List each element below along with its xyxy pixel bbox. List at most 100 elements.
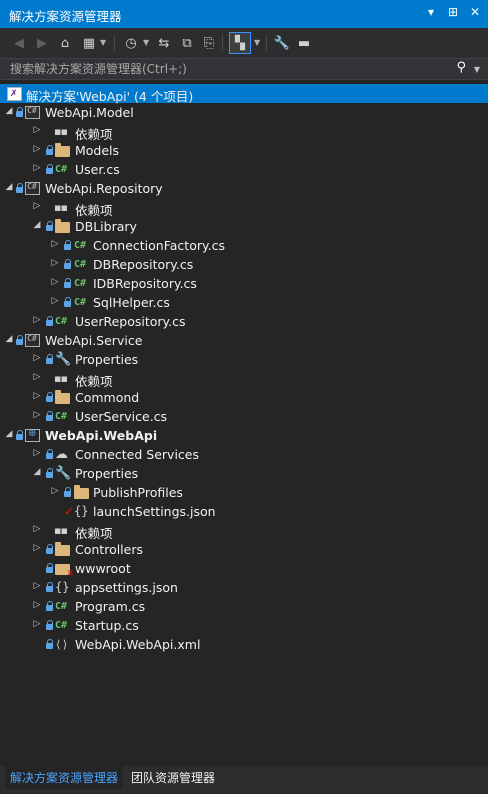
search-input[interactable] [6, 60, 454, 78]
minus-icon[interactable]: ▬ [295, 32, 313, 54]
dropdown-icon[interactable]: ▾ [424, 5, 438, 19]
tree-node-label: Models [75, 143, 120, 158]
lock-icon [16, 106, 23, 118]
expanded-arrow-icon[interactable]: ◢ [4, 334, 14, 344]
tree-node[interactable]: ⟨⟩ WebApi.WebApi.xml [0, 635, 488, 654]
collapsed-arrow-icon[interactable]: ▷ [32, 391, 42, 401]
tree-node[interactable]: ◢ DBLibrary [0, 217, 488, 236]
tree-node[interactable]: wwwroot [0, 559, 488, 579]
tree-node[interactable]: ▷ ▪▪ 依赖项 [0, 122, 488, 142]
tree-node[interactable]: ▷ C# IDBRepository.cs [0, 274, 488, 293]
lock-icon [46, 315, 53, 327]
tree-node[interactable]: ▷ C# ConnectionFactory.cs [0, 236, 488, 255]
tab-team-explorer[interactable]: 团队资源管理器 [126, 766, 220, 789]
properties-wrench-icon[interactable]: 🔧 [273, 32, 291, 54]
tree-node[interactable]: ▷ PublishProfiles [0, 483, 488, 502]
collapse-all-icon[interactable]: ⧉ [178, 32, 196, 54]
tree-node-label: UserRepository.cs [75, 314, 186, 329]
collapsed-arrow-icon[interactable]: ▷ [32, 448, 42, 458]
tree-node[interactable]: ▷ C# SqlHelper.cs [0, 293, 488, 312]
tree-node-label: WebApi.Repository [45, 181, 163, 196]
tree-node[interactable]: ▷ C# UserRepository.cs [0, 312, 488, 331]
folder-icon [55, 219, 70, 233]
switch-views-icon[interactable]: ▦ [80, 32, 98, 54]
forward-icon[interactable]: ▶ [33, 32, 51, 54]
collapsed-arrow-icon[interactable]: ▷ [32, 372, 42, 382]
tree-node[interactable]: ▷ Models [0, 141, 488, 160]
back-icon[interactable]: ◀ [10, 32, 28, 54]
csharp-file-icon: C# [55, 620, 68, 631]
sync-icon[interactable]: ⇆ [155, 32, 173, 54]
collapsed-arrow-icon[interactable]: ▷ [32, 581, 42, 591]
tree-node[interactable]: ▷ ▪▪ 依赖项 [0, 369, 488, 389]
collapsed-arrow-icon[interactable]: ▷ [32, 543, 42, 553]
collapsed-arrow-icon[interactable]: ▷ [32, 163, 42, 173]
search-options-dropdown-icon[interactable]: ▼ [474, 65, 480, 74]
tree-node[interactable]: ▷ {} appsettings.json [0, 578, 488, 597]
tree-node-solution[interactable]: ✗ 解决方案'WebApi' (4 个项目) [0, 84, 488, 104]
tree-node[interactable]: ▷ 🔧 Properties [0, 350, 488, 369]
tree-node[interactable]: ▷ Controllers [0, 540, 488, 559]
lock-icon [64, 258, 71, 270]
tree-node-project[interactable]: ◢ C# WebApi.Model [0, 103, 488, 122]
tree-node[interactable]: ▷ Commond [0, 388, 488, 407]
wwwroot-folder-icon [55, 564, 74, 579]
collapsed-arrow-icon[interactable]: ▷ [50, 277, 60, 287]
tree-node[interactable]: ▷ C# Startup.cs [0, 616, 488, 635]
lock-icon [46, 353, 53, 365]
expanded-arrow-icon[interactable]: ◢ [4, 182, 14, 192]
tree-node-project[interactable]: ◢ C# WebApi.Repository [0, 179, 488, 198]
lock-icon [46, 220, 53, 232]
toolbar: ◀ ▶ ⌂ ▦ ▼ ◷ ▼ ⇆ ⧉ ⎘ ▚ ▼ 🔧 ▬ [0, 28, 488, 58]
collapsed-arrow-icon[interactable]: ▷ [32, 125, 42, 135]
tree-node[interactable]: ▷ C# Program.cs [0, 597, 488, 616]
collapsed-arrow-icon[interactable]: ▷ [32, 144, 42, 154]
csharp-file-icon: C# [55, 316, 68, 327]
collapsed-arrow-icon[interactable]: ▷ [32, 524, 42, 534]
tree-node-label: DBLibrary [75, 219, 137, 234]
expanded-arrow-icon[interactable]: ◢ [4, 429, 14, 439]
dependencies-icon: ▪▪ [54, 372, 68, 385]
folder-icon [55, 542, 70, 556]
preview-selected-items-icon[interactable]: ▚ [229, 32, 251, 54]
collapsed-arrow-icon[interactable]: ▷ [50, 296, 60, 306]
collapsed-arrow-icon[interactable]: ▷ [32, 600, 42, 610]
tree-node[interactable]: ▷ ▪▪ 依赖项 [0, 521, 488, 541]
lock-icon [46, 619, 53, 631]
expanded-arrow-icon[interactable]: ◢ [32, 220, 42, 230]
collapsed-arrow-icon[interactable]: ▷ [32, 353, 42, 363]
collapsed-arrow-icon[interactable]: ▷ [32, 619, 42, 629]
close-icon[interactable]: ✕ [468, 5, 482, 19]
pending-changes-icon[interactable]: ◷ [122, 32, 140, 54]
tree-node-label: User.cs [75, 162, 120, 177]
expanded-arrow-icon[interactable]: ◢ [32, 467, 42, 477]
preview-dropdown-icon[interactable]: ▼ [254, 38, 260, 47]
solution-icon: ✗ [7, 87, 22, 101]
switch-views-dropdown-icon[interactable]: ▼ [100, 38, 106, 47]
collapsed-arrow-icon[interactable]: ▷ [50, 258, 60, 268]
dependencies-icon: ▪▪ [54, 201, 68, 214]
pin-icon[interactable]: ⊞ [446, 5, 460, 19]
tab-solution-explorer[interactable]: 解决方案资源管理器 [5, 766, 124, 789]
expanded-arrow-icon[interactable]: ◢ [4, 106, 14, 116]
tree-node[interactable]: ✓ {} launchSettings.json [0, 502, 488, 521]
pending-changes-dropdown-icon[interactable]: ▼ [143, 38, 149, 47]
collapsed-arrow-icon[interactable]: ▷ [32, 315, 42, 325]
tree-node[interactable]: ▷ C# User.cs [0, 160, 488, 179]
tree-node[interactable]: ▷ ▪▪ 依赖项 [0, 198, 488, 218]
home-icon[interactable]: ⌂ [56, 32, 74, 54]
csharp-project-icon: C# [25, 334, 40, 347]
tree-node[interactable]: ▷ C# DBRepository.cs [0, 255, 488, 274]
tree-node[interactable]: ◢ 🔧 Properties [0, 464, 488, 483]
collapsed-arrow-icon[interactable]: ▷ [32, 201, 42, 211]
collapsed-arrow-icon[interactable]: ▷ [32, 410, 42, 420]
tree-node-project[interactable]: ◢ ⊕ WebApi.WebApi [0, 426, 488, 445]
tree-node-project[interactable]: ◢ C# WebApi.Service [0, 331, 488, 350]
tree-node[interactable]: ▷ C# UserService.cs [0, 407, 488, 426]
collapsed-arrow-icon[interactable]: ▷ [50, 239, 60, 249]
tree-node[interactable]: ▷ ☁ Connected Services [0, 445, 488, 464]
search-icon[interactable]: ⚲ [456, 60, 466, 75]
collapsed-arrow-icon[interactable]: ▷ [50, 486, 60, 496]
tree-node-label: PublishProfiles [93, 485, 183, 500]
show-all-files-icon[interactable]: ⎘ [200, 32, 218, 54]
